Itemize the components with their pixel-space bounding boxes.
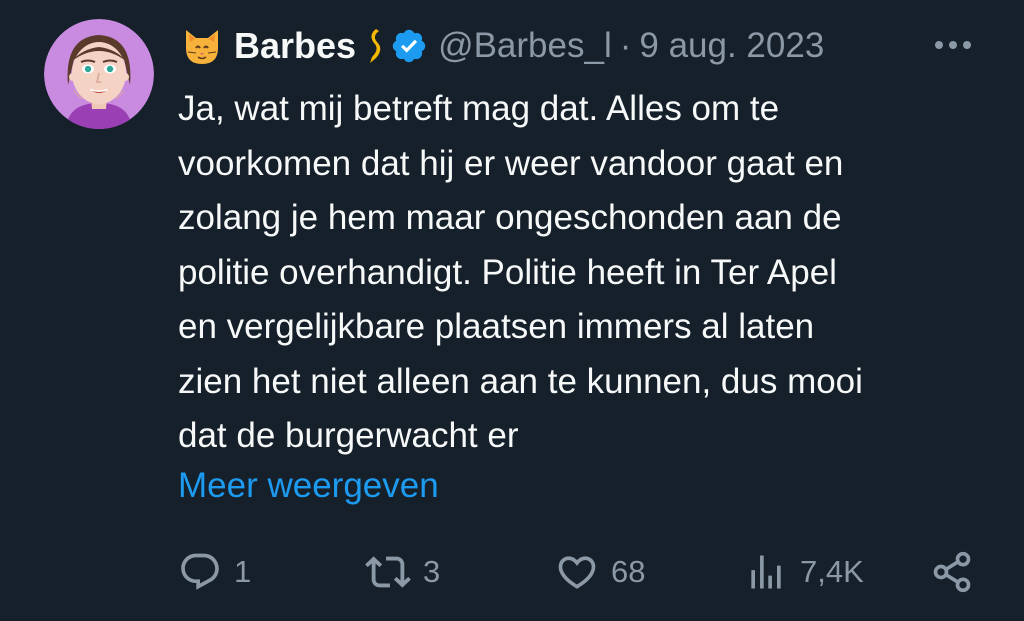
reply-bubble-icon bbox=[181, 553, 219, 590]
tweet-text-line: politie overhandigt. Politie heeft in Te… bbox=[178, 252, 837, 292]
action-bar: 1 3 68 7,4K bbox=[0, 545, 1024, 599]
share-icon bbox=[933, 551, 971, 593]
views-button[interactable]: 7,4K bbox=[744, 545, 864, 599]
author-handle[interactable]: @Barbes_l bbox=[438, 26, 612, 66]
show-more-link[interactable]: Meer weergeven bbox=[178, 459, 439, 513]
avatar-image bbox=[44, 19, 154, 129]
tweet-text-line: dat de burgerwacht er bbox=[178, 416, 519, 455]
reply-count: 1 bbox=[234, 554, 252, 589]
share-button[interactable] bbox=[930, 545, 974, 599]
retweet-button[interactable]: 3 bbox=[365, 545, 440, 599]
more-options-button[interactable] bbox=[930, 30, 976, 60]
avatar[interactable] bbox=[44, 19, 154, 129]
views-count: 7,4K bbox=[800, 554, 864, 589]
separator-dot: · bbox=[619, 26, 632, 65]
reply-button[interactable]: 1 bbox=[178, 545, 251, 599]
cat-face-icon bbox=[180, 24, 224, 68]
views-bar-chart-icon bbox=[751, 555, 781, 589]
like-count: 68 bbox=[611, 554, 646, 589]
tweet-text-line: en vergelijkbare plaatsen immers al late… bbox=[178, 307, 815, 346]
verified-badge-icon bbox=[390, 27, 428, 65]
tweet-date[interactable]: 9 aug. 2023 bbox=[639, 26, 824, 66]
author-display-name[interactable]: Barbes bbox=[234, 25, 356, 67]
tweet-card[interactable]: Barbes @Barbes_l · 9 aug. 2023 Ja, wat m… bbox=[0, 0, 1024, 621]
tweet-header: Barbes @Barbes_l · 9 aug. 2023 bbox=[180, 22, 824, 70]
retweet-icon bbox=[365, 556, 411, 588]
yellow-ribbon-icon bbox=[364, 27, 386, 65]
retweet-count: 3 bbox=[423, 554, 441, 589]
tweet-text-line: zolang je hem maar ongeschonden aan de bbox=[178, 198, 842, 237]
tweet-text: Ja, wat mij betreft mag dat. Alles om te… bbox=[178, 82, 1008, 464]
tweet-text-line: voorkomen dat hij er weer vandoor gaat e… bbox=[178, 143, 844, 183]
tweet-text-line: zien het niet alleen aan te kunnen, dus … bbox=[178, 361, 863, 401]
like-button[interactable]: 68 bbox=[555, 545, 645, 599]
tweet-text-line: Ja, wat mij betreft mag dat. Alles om te bbox=[178, 89, 780, 128]
more-dots-icon bbox=[935, 41, 971, 49]
heart-icon bbox=[558, 556, 596, 589]
